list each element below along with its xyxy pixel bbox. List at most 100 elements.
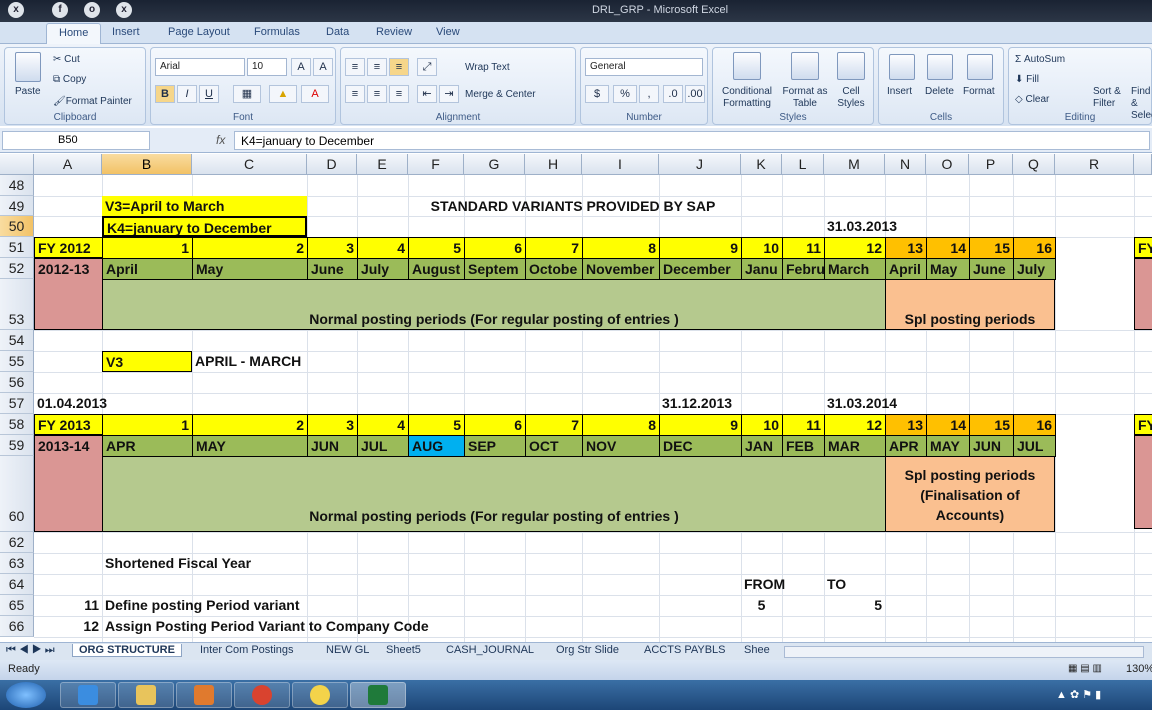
- clear-button[interactable]: ◇ Clear: [1015, 94, 1049, 105]
- align-left-icon[interactable]: ≡: [345, 85, 365, 103]
- currency-button[interactable]: $: [585, 85, 609, 103]
- period-2013-5[interactable]: 5: [408, 414, 465, 436]
- cell-k65[interactable]: 5: [741, 595, 782, 616]
- period-2013-8[interactable]: 8: [582, 414, 660, 436]
- month-2012-1[interactable]: April: [102, 258, 193, 280]
- row-header-55[interactable]: 55: [0, 351, 34, 372]
- sheet-tab-accts-paybls[interactable]: ACCTS PAYBLS: [644, 644, 726, 656]
- sheet-tab-shee[interactable]: Shee: [744, 644, 770, 656]
- cell-b50-selected[interactable]: K4=january to December: [102, 216, 307, 237]
- month-2013-13[interactable]: APR: [885, 435, 927, 457]
- format-painter-button[interactable]: 🖌Format Painter: [53, 96, 132, 107]
- month-2013-1[interactable]: APR: [102, 435, 193, 457]
- month-2013-11[interactable]: FEB: [782, 435, 825, 457]
- row-header-56[interactable]: 56: [0, 372, 34, 393]
- column-header-i[interactable]: I: [582, 154, 659, 175]
- cell-next-pink-52[interactable]: [1134, 258, 1152, 330]
- normal-posting-2012[interactable]: Normal posting periods (For regular post…: [102, 279, 886, 330]
- insert-button[interactable]: Insert: [887, 86, 912, 97]
- align-right-icon[interactable]: ≡: [389, 85, 409, 103]
- spreadsheet-grid[interactable]: A B C D E F G H I J K L M N O P Q R 48 4…: [0, 154, 1152, 642]
- month-2012-15[interactable]: June: [969, 258, 1014, 280]
- column-header-p[interactable]: P: [969, 154, 1013, 175]
- month-2012-5[interactable]: August: [408, 258, 465, 280]
- number-format-select[interactable]: General: [585, 58, 703, 76]
- column-header-o[interactable]: O: [926, 154, 969, 175]
- row-header-62[interactable]: 62: [0, 532, 34, 553]
- column-header-g[interactable]: G: [464, 154, 525, 175]
- month-2013-14[interactable]: MAY: [926, 435, 970, 457]
- percent-button[interactable]: %: [613, 85, 637, 103]
- period-2012-8[interactable]: 8: [582, 237, 660, 259]
- period-2012-2[interactable]: 2: [192, 237, 308, 259]
- cell-next-fy-51[interactable]: FY: [1134, 237, 1152, 258]
- zoom-level[interactable]: 130%: [1126, 663, 1152, 675]
- row-header-63[interactable]: 63: [0, 553, 34, 574]
- cell-a66[interactable]: 12: [34, 616, 102, 637]
- cell-next-pink-59[interactable]: [1134, 435, 1152, 529]
- row-header-49[interactable]: 49: [0, 196, 34, 216]
- increase-decimal-icon[interactable]: .0: [663, 85, 683, 103]
- row-header-66[interactable]: 66: [0, 616, 34, 637]
- cell-b63[interactable]: Shortened Fiscal Year: [102, 553, 352, 574]
- row-header-59[interactable]: 59: [0, 435, 34, 456]
- tab-data[interactable]: Data: [326, 26, 349, 38]
- cell-m64[interactable]: TO: [824, 574, 864, 595]
- media-taskbar-icon[interactable]: [176, 682, 232, 708]
- column-header-q[interactable]: Q: [1013, 154, 1055, 175]
- increase-indent-icon[interactable]: ⇥: [439, 85, 459, 103]
- period-2013-3[interactable]: 3: [307, 414, 358, 436]
- row-header-54[interactable]: 54: [0, 330, 34, 351]
- tab-review[interactable]: Review: [376, 26, 412, 38]
- period-2012-4[interactable]: 4: [357, 237, 409, 259]
- bold-button[interactable]: B: [155, 85, 175, 103]
- cell-a57[interactable]: 01.04.2013: [34, 393, 154, 414]
- cell-b66[interactable]: Assign Posting Period Variant to Company…: [102, 616, 502, 637]
- spl-posting-2013[interactable]: Spl posting periods (Finalisation of Acc…: [885, 456, 1055, 532]
- month-2012-8[interactable]: November: [582, 258, 660, 280]
- cell-b49[interactable]: V3=April to March: [102, 196, 307, 216]
- font-color-button[interactable]: A: [301, 85, 329, 103]
- period-2013-7[interactable]: 7: [525, 414, 583, 436]
- fill-button[interactable]: ⬇ Fill: [1015, 74, 1039, 85]
- tab-home[interactable]: Home: [46, 23, 102, 45]
- period-2012-12[interactable]: 12: [824, 237, 886, 259]
- row-header-58[interactable]: 58: [0, 414, 34, 435]
- period-2013-16[interactable]: 16: [1013, 414, 1056, 436]
- name-box[interactable]: B50: [2, 131, 150, 150]
- cell-k64[interactable]: FROM: [741, 574, 801, 595]
- column-header-n[interactable]: N: [885, 154, 926, 175]
- column-header-m[interactable]: M: [824, 154, 885, 175]
- excel-taskbar-icon[interactable]: [350, 682, 406, 708]
- sheet-nav-icon[interactable]: ⏮ ◀ ▶ ⏭: [6, 644, 55, 657]
- ie-taskbar-icon[interactable]: [60, 682, 116, 708]
- row-header-60[interactable]: 60: [0, 456, 34, 532]
- row-header-48[interactable]: 48: [0, 175, 34, 196]
- column-header-a[interactable]: A: [34, 154, 102, 175]
- view-buttons-icon[interactable]: ▦ ▤ ▥: [1068, 663, 1120, 674]
- cell-b65[interactable]: Define posting Period variant: [102, 595, 432, 616]
- shrink-font-button[interactable]: A: [313, 58, 333, 76]
- tab-formulas[interactable]: Formulas: [254, 26, 300, 38]
- cell-f49[interactable]: STANDARD VARIANTS PROVIDED BY SAP: [408, 196, 738, 216]
- month-2013-16[interactable]: JUL: [1013, 435, 1056, 457]
- formula-input[interactable]: K4=january to December: [234, 131, 1150, 150]
- month-2013-9[interactable]: DEC: [659, 435, 742, 457]
- start-button-icon[interactable]: [6, 682, 46, 708]
- tab-view[interactable]: View: [436, 26, 460, 38]
- merge-center-button[interactable]: Merge & Center: [465, 89, 536, 100]
- row-header-50[interactable]: 50: [0, 216, 34, 237]
- period-2012-10[interactable]: 10: [741, 237, 783, 259]
- month-2012-9[interactable]: December: [659, 258, 742, 280]
- paste-icon[interactable]: [15, 52, 41, 82]
- sheet-tab-org-str-slide[interactable]: Org Str Slide: [556, 644, 619, 656]
- align-bottom-icon[interactable]: ≡: [389, 58, 409, 76]
- period-2013-1[interactable]: 1: [102, 414, 193, 436]
- column-header-c[interactable]: C: [192, 154, 307, 175]
- tab-page-layout[interactable]: Page Layout: [168, 26, 230, 38]
- font-size-select[interactable]: 10: [247, 58, 287, 76]
- normal-posting-2013[interactable]: Normal posting periods (For regular post…: [102, 456, 886, 532]
- chrome-taskbar-icon[interactable]: [234, 682, 290, 708]
- paint-taskbar-icon[interactable]: [292, 682, 348, 708]
- period-2013-14[interactable]: 14: [926, 414, 970, 436]
